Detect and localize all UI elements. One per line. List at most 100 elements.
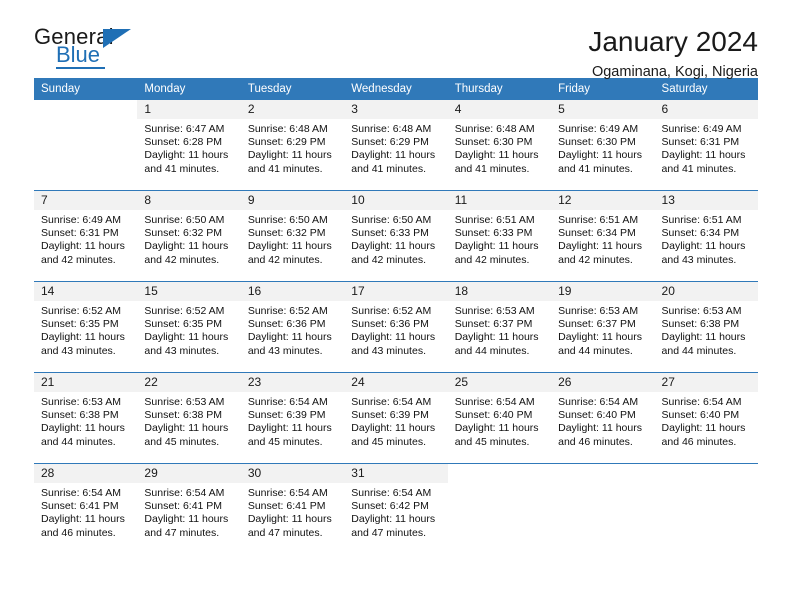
- calendar-day-cell[interactable]: 21 Sunrise: 6:53 AM Sunset: 6:38 PM Dayligh…: [34, 372, 138, 464]
- day-cell-inner: 20 Sunrise: 6:53 AM Sunset: 6:38 PM Dayligh…: [654, 282, 758, 372]
- calendar-day-cell[interactable]: 23 Sunrise: 6:54 AM Sunset: 6:39 PM Dayligh…: [240, 372, 345, 464]
- calendar-day-cell[interactable]: 17 Sunrise: 6:52 AM Sunset: 6:36 PM Dayligh…: [344, 281, 448, 373]
- sunset-text: Sunset: 6:34 PM: [558, 227, 636, 240]
- sunset-text: Sunset: 6:36 PM: [247, 318, 326, 331]
- day-cell-inner: 17 Sunrise: 6:52 AM Sunset: 6:36 PM Dayligh…: [344, 282, 448, 372]
- weekday-header-saturday: Saturday: [654, 78, 758, 100]
- day-cell-inner: 29 Sunrise: 6:54 AM Sunset: 6:41 PM Dayligh…: [137, 464, 241, 554]
- day-details: Sunrise: 6:48 AM Sunset: 6:30 PM Daylight:…: [448, 119, 551, 176]
- day-number: 19: [551, 282, 655, 301]
- calendar-day-cell[interactable]: 22 Sunrise: 6:53 AM Sunset: 6:38 PM Dayligh…: [137, 372, 241, 464]
- daylight-text-line1: Daylight: 11 hours: [661, 240, 746, 253]
- day-details: Sunrise: 6:52 AM Sunset: 6:35 PM Daylight:…: [34, 301, 137, 358]
- sunset-text: Sunset: 6:33 PM: [351, 227, 429, 240]
- sunrise-text: Sunrise: 6:50 AM: [247, 214, 328, 226]
- weekday-header-tuesday: Tuesday: [240, 78, 345, 100]
- calendar-day-cell[interactable]: 31 Sunrise: 6:54 AM Sunset: 6:42 PM Dayligh…: [344, 463, 448, 554]
- day-details: Sunrise: 6:51 AM Sunset: 6:34 PM Daylight:…: [551, 210, 654, 267]
- calendar-day-cell[interactable]: 13 Sunrise: 6:51 AM Sunset: 6:34 PM Dayligh…: [654, 190, 758, 282]
- day-number: 27: [654, 373, 758, 392]
- daylight-text-line2: and 44 minutes.: [41, 435, 116, 448]
- calendar-day-cell[interactable]: 1 Sunrise: 6:47 AM Sunset: 6:28 PM Daylight…: [137, 100, 241, 191]
- day-cell-inner: 10 Sunrise: 6:50 AM Sunset: 6:33 PM Dayligh…: [344, 191, 448, 281]
- calendar-day-cell[interactable]: 7 Sunrise: 6:49 AM Sunset: 6:31 PM Daylight…: [34, 190, 138, 282]
- day-details: Sunrise: 6:53 AM Sunset: 6:37 PM Daylight:…: [551, 301, 654, 358]
- calendar-day-cell[interactable]: 28 Sunrise: 6:54 AM Sunset: 6:41 PM Dayligh…: [34, 463, 138, 554]
- sunrise-text: Sunrise: 6:47 AM: [144, 123, 225, 135]
- calendar-day-cell[interactable]: 20 Sunrise: 6:53 AM Sunset: 6:38 PM Dayligh…: [654, 281, 758, 373]
- day-number: 6: [654, 100, 758, 119]
- daylight-text-line1: Daylight: 11 hours: [454, 149, 539, 162]
- sunrise-text: Sunrise: 6:53 AM: [558, 305, 639, 317]
- sunset-text: Sunset: 6:39 PM: [351, 409, 429, 422]
- daylight-text-line2: and 42 minutes.: [558, 253, 633, 266]
- calendar-day-cell[interactable]: 16 Sunrise: 6:52 AM Sunset: 6:36 PM Dayligh…: [240, 281, 345, 373]
- calendar-day-cell[interactable]: 8 Sunrise: 6:50 AM Sunset: 6:32 PM Daylight…: [137, 190, 241, 282]
- sunrise-text: Sunrise: 6:49 AM: [41, 214, 121, 226]
- daylight-text-line1: Daylight: 11 hours: [41, 240, 125, 253]
- daylight-text-line1: Daylight: 11 hours: [558, 240, 642, 253]
- calendar-week-row: 1 Sunrise: 6:47 AM Sunset: 6:28 PM Daylight…: [34, 100, 758, 191]
- calendar-day-cell[interactable]: 9 Sunrise: 6:50 AM Sunset: 6:32 PM Daylight…: [240, 190, 345, 282]
- weekday-header-monday: Monday: [137, 78, 241, 100]
- day-cell-inner: [447, 464, 552, 554]
- daylight-text-line2: and 45 minutes.: [144, 435, 220, 448]
- day-number: 30: [240, 464, 345, 483]
- calendar-day-cell[interactable]: 10 Sunrise: 6:50 AM Sunset: 6:33 PM Dayligh…: [344, 190, 448, 282]
- brand-logo[interactable]: General Blue: [34, 26, 154, 72]
- calendar-day-cell[interactable]: 4 Sunrise: 6:48 AM Sunset: 6:30 PM Daylight…: [447, 100, 552, 191]
- day-number: 18: [447, 282, 552, 301]
- daylight-text-line2: and 42 minutes.: [454, 253, 530, 266]
- calendar-day-cell[interactable]: 3 Sunrise: 6:48 AM Sunset: 6:29 PM Daylight…: [344, 100, 448, 191]
- title-block: January 2024 Ogaminana, Kogi, Nigeria: [588, 26, 758, 80]
- weekday-header-sunday: Sunday: [34, 78, 138, 100]
- calendar-week-row: 21 Sunrise: 6:53 AM Sunset: 6:38 PM Dayligh…: [34, 372, 758, 464]
- day-details: Sunrise: 6:54 AM Sunset: 6:39 PM Daylight:…: [344, 392, 447, 449]
- calendar-day-cell[interactable]: 6 Sunrise: 6:49 AM Sunset: 6:31 PM Daylight…: [654, 100, 758, 191]
- calendar-day-cell[interactable]: 19 Sunrise: 6:53 AM Sunset: 6:37 PM Dayligh…: [551, 281, 655, 373]
- sunrise-text: Sunrise: 6:54 AM: [351, 487, 432, 499]
- day-details: Sunrise: 6:50 AM Sunset: 6:32 PM Daylight:…: [241, 210, 344, 267]
- day-cell-inner: 23 Sunrise: 6:54 AM Sunset: 6:39 PM Dayligh…: [240, 373, 345, 463]
- day-number: 10: [344, 191, 448, 210]
- calendar-day-cell[interactable]: 2 Sunrise: 6:48 AM Sunset: 6:29 PM Daylight…: [240, 100, 345, 191]
- day-details: Sunrise: 6:54 AM Sunset: 6:40 PM Daylight:…: [448, 392, 551, 449]
- day-cell-inner: [654, 464, 758, 554]
- daylight-text-line1: Daylight: 11 hours: [144, 240, 229, 253]
- calendar-day-cell[interactable]: 26 Sunrise: 6:54 AM Sunset: 6:40 PM Dayligh…: [551, 372, 655, 464]
- calendar-day-cell[interactable]: 29 Sunrise: 6:54 AM Sunset: 6:41 PM Dayligh…: [137, 463, 241, 554]
- day-details: Sunrise: 6:53 AM Sunset: 6:37 PM Daylight:…: [448, 301, 551, 358]
- day-cell-inner: 5 Sunrise: 6:49 AM Sunset: 6:30 PM Daylight…: [551, 100, 655, 190]
- calendar-day-cell-empty: [447, 463, 552, 554]
- calendar-day-cell[interactable]: 18 Sunrise: 6:53 AM Sunset: 6:37 PM Dayligh…: [447, 281, 552, 373]
- sunrise-text: Sunrise: 6:52 AM: [351, 305, 432, 317]
- sunset-text: Sunset: 6:38 PM: [41, 409, 119, 422]
- day-details: Sunrise: 6:52 AM Sunset: 6:36 PM Daylight:…: [241, 301, 344, 358]
- day-details: Sunrise: 6:52 AM Sunset: 6:36 PM Daylight:…: [344, 301, 447, 358]
- day-details: Sunrise: 6:49 AM Sunset: 6:31 PM Daylight:…: [34, 210, 137, 267]
- calendar-day-cell[interactable]: 14 Sunrise: 6:52 AM Sunset: 6:35 PM Dayligh…: [34, 281, 138, 373]
- day-number: 5: [551, 100, 655, 119]
- calendar-day-cell[interactable]: 15 Sunrise: 6:52 AM Sunset: 6:35 PM Dayligh…: [137, 281, 241, 373]
- calendar-day-cell[interactable]: 25 Sunrise: 6:54 AM Sunset: 6:40 PM Dayligh…: [447, 372, 552, 464]
- sunrise-text: Sunrise: 6:50 AM: [144, 214, 225, 226]
- calendar-day-cell[interactable]: 5 Sunrise: 6:49 AM Sunset: 6:30 PM Daylight…: [551, 100, 655, 191]
- day-number: 25: [447, 373, 552, 392]
- day-cell-inner: 12 Sunrise: 6:51 AM Sunset: 6:34 PM Dayligh…: [551, 191, 655, 281]
- day-number: 4: [447, 100, 552, 119]
- logo-underline-divider: [56, 67, 105, 69]
- calendar-day-cell[interactable]: 12 Sunrise: 6:51 AM Sunset: 6:34 PM Dayligh…: [551, 190, 655, 282]
- daylight-text-line1: Daylight: 11 hours: [41, 422, 125, 435]
- daylight-text-line1: Daylight: 11 hours: [661, 331, 746, 344]
- daylight-text-line1: Daylight: 11 hours: [144, 422, 229, 435]
- calendar-day-cell[interactable]: 24 Sunrise: 6:54 AM Sunset: 6:39 PM Dayligh…: [344, 372, 448, 464]
- day-details: Sunrise: 6:50 AM Sunset: 6:32 PM Daylight:…: [137, 210, 240, 267]
- daylight-text-line1: Daylight: 11 hours: [144, 513, 229, 526]
- calendar-day-cell[interactable]: 27 Sunrise: 6:54 AM Sunset: 6:40 PM Dayligh…: [654, 372, 758, 464]
- sunset-text: Sunset: 6:34 PM: [661, 227, 740, 240]
- sunrise-text: Sunrise: 6:54 AM: [247, 396, 328, 408]
- day-cell-inner: 28 Sunrise: 6:54 AM Sunset: 6:41 PM Dayligh…: [34, 464, 138, 554]
- weekday-header-wednesday: Wednesday: [344, 78, 448, 100]
- calendar-day-cell[interactable]: 30 Sunrise: 6:54 AM Sunset: 6:41 PM Dayligh…: [240, 463, 345, 554]
- calendar-day-cell[interactable]: 11 Sunrise: 6:51 AM Sunset: 6:33 PM Dayligh…: [447, 190, 552, 282]
